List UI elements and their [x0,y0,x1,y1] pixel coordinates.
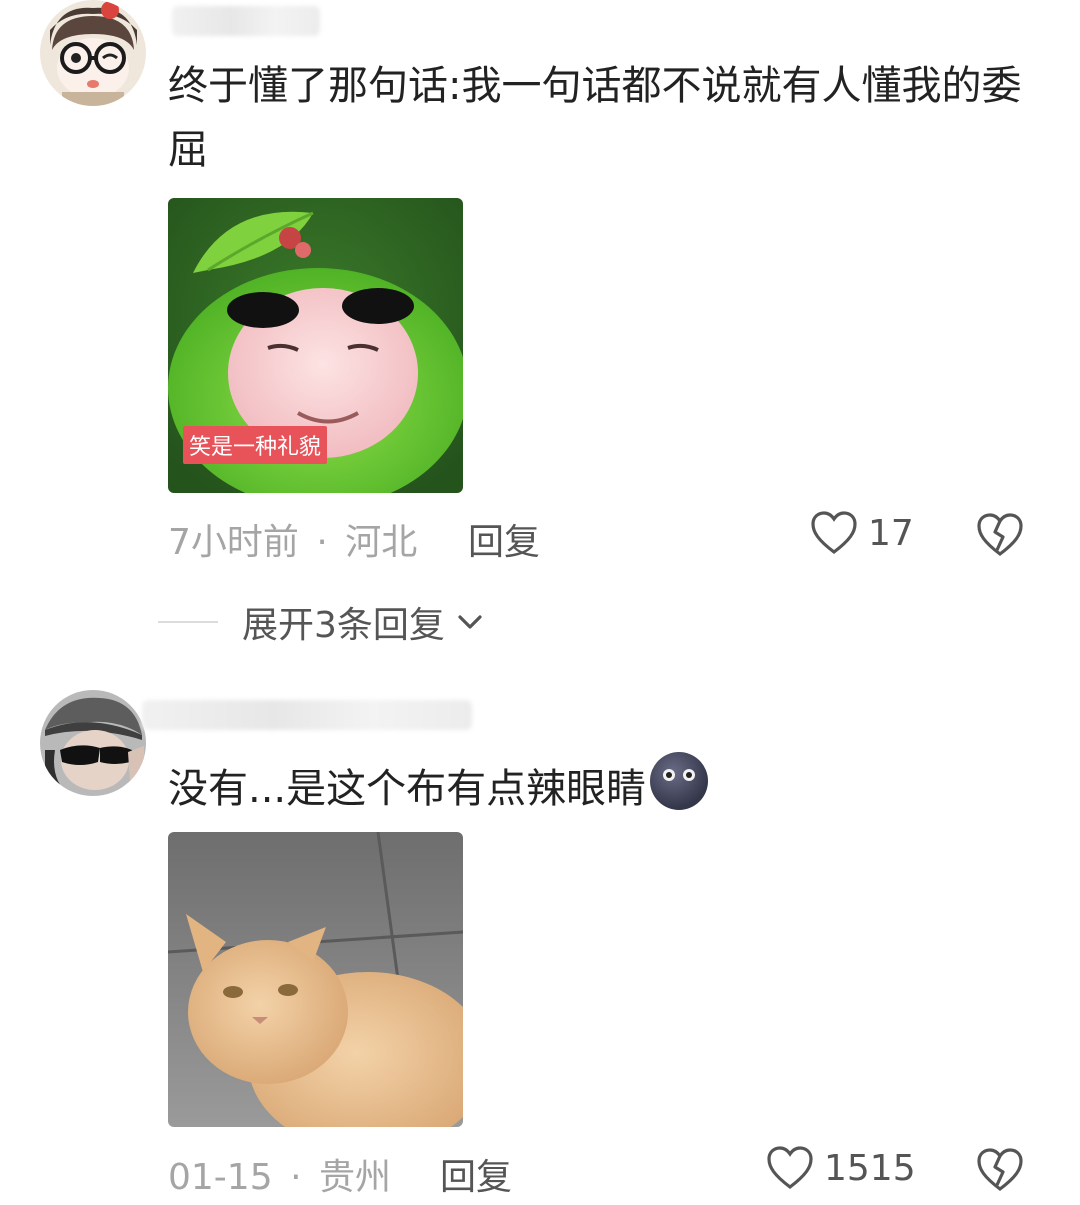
avatar[interactable] [40,0,146,106]
expand-replies[interactable]: 展开3条回复 [158,596,487,648]
username-blurred[interactable] [172,6,320,36]
like-button[interactable]: 17 [810,510,914,556]
comment-time: 01-15 [168,1157,273,1198]
comment-text-content: 没有...是这个布有点辣眼睛 [168,766,647,812]
like-button[interactable]: 1515 [766,1145,916,1191]
comment-meta: 7小时前 · 河北 [168,513,417,565]
comment-text: 终于懂了那句话:我一句话都不说就有人懂我的委屈 [168,63,1022,173]
reply-button[interactable]: 回复 [468,513,540,565]
meta-separator: · [290,1157,302,1198]
meme-caption: 笑是一种礼貌 [183,426,328,464]
heart-outline-icon [767,1146,813,1190]
expand-replies-label: 展开3条回复 [242,605,445,646]
meta-separator: · [316,522,328,563]
like-count: 1515 [824,1147,916,1189]
reply-button[interactable]: 回复 [440,1148,512,1200]
comment-location: 河北 [345,522,418,563]
meme-image-green-hood[interactable]: 笑是一种礼貌 [168,198,463,493]
divider-line [158,621,218,623]
heart-outline-icon [811,511,857,555]
comment-text: 没有...是这个布有点辣眼睛 [168,752,1038,821]
comment-time: 7小时前 [168,522,299,563]
like-count: 17 [868,512,914,554]
broken-heart-icon [977,513,1023,557]
broken-heart-icon [977,1148,1023,1192]
avatar[interactable] [40,690,146,796]
comment-meta: 01-15 · 贵州 [168,1148,391,1200]
dislike-button[interactable] [976,512,1024,562]
meme-image-cat[interactable] [168,832,463,1127]
new-moon-face-emoji [650,752,709,810]
chevron-down-icon [458,615,482,629]
comment-location: 贵州 [318,1157,391,1198]
dislike-button[interactable] [976,1147,1024,1197]
username-blurred[interactable] [142,700,472,730]
